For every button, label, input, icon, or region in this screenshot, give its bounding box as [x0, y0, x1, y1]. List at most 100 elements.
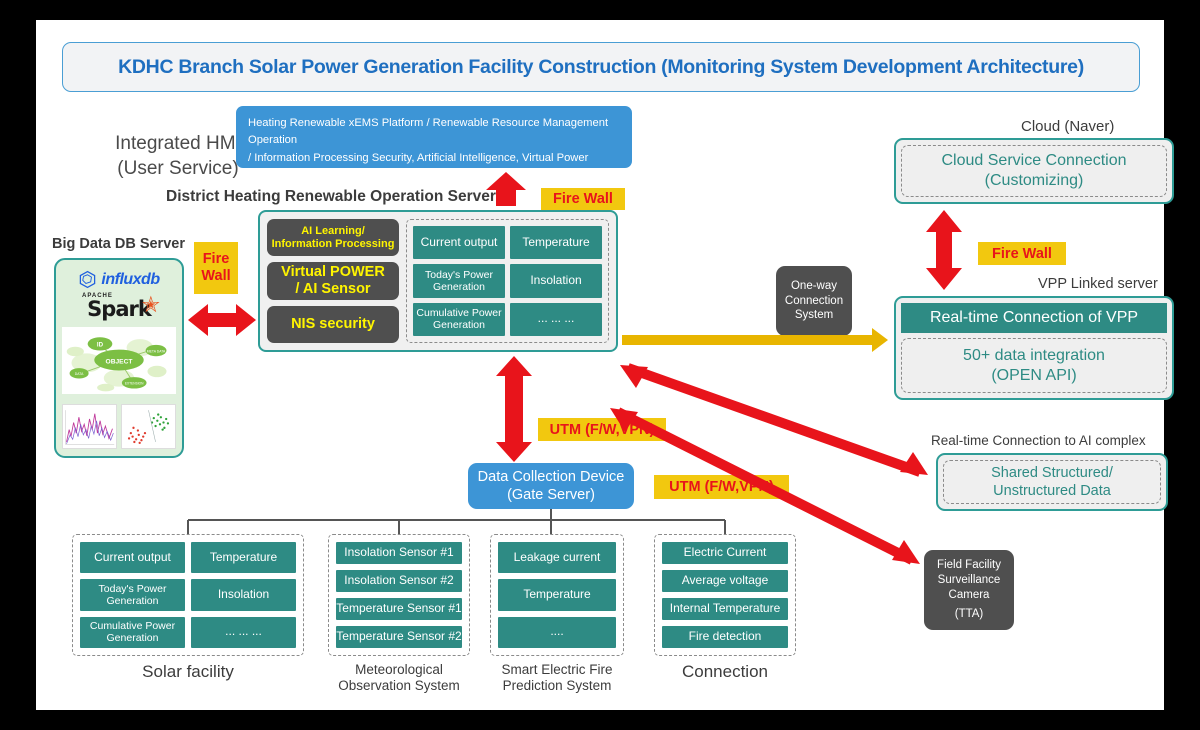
oneway-line2: Connection [784, 294, 844, 307]
ai-complex-box: Shared Structured/ Unstructured Data [936, 453, 1168, 511]
caption-connection: Connection [681, 662, 768, 681]
ai-learning-line2: Information Processing [271, 237, 395, 250]
page-title: KDHC Branch Solar Power Generation Facil… [62, 42, 1140, 92]
field-camera-box: Field Facility Surveillance Camera (TTA) [924, 550, 1014, 630]
data-collection-device-box: Data Collection Device (Gate Server) [468, 463, 634, 509]
sensor-card: Fire detection [662, 626, 788, 648]
cloud-line2: (Customizing) [984, 172, 1084, 189]
sensor-card: Temperature Sensor #2 [336, 626, 462, 648]
vpp-body-line1: 50+ data integration [963, 346, 1105, 364]
nis-security-card: NIS security [267, 305, 399, 343]
group-connection: Electric Current Average voltage Interna… [654, 534, 796, 656]
vpp-header: Real-time Connection of VPP [901, 303, 1167, 333]
dcd-line2: (Gate Server) [507, 487, 595, 503]
oneway-line3: System [794, 309, 834, 322]
metric-card: Insolation [510, 264, 602, 298]
firewall-tag-cloud: Fire Wall [978, 242, 1066, 265]
firewall-tag-left: Fire Wall [194, 242, 238, 294]
ai-complex-inner: Shared Structured/ Unstructured Data [943, 460, 1161, 504]
hmi-box-line1: Heating Renewable xEMS Platform / Renewa… [248, 117, 609, 147]
cloud-line1: Cloud Service Connection [941, 152, 1127, 169]
bigdata-db-title: Big Data DB Server [52, 236, 185, 252]
sensor-card: .... [498, 616, 616, 648]
ai-complex-line2: Unstructured Data [993, 483, 1111, 499]
svg-text:ID: ID [97, 342, 104, 349]
hmi-platform-box: Heating Renewable xEMS Platform / Renewa… [236, 106, 632, 181]
caption-smart-fire-l1: Smart Electric Fire [501, 662, 613, 677]
hmi-label-line1: Integrated HMI [115, 133, 241, 154]
apache-spark-logo: APACHE Spark ✭ [62, 292, 176, 325]
sensor-card: Today's Power Generation [80, 579, 185, 611]
sensor-card: Temperature [498, 579, 616, 611]
diagram-canvas: KDHC Branch Solar Power Generation Facil… [36, 20, 1174, 710]
ai-complex-label: Real-time Connection to AI complex [931, 433, 1146, 448]
tree-connector-dcd [187, 509, 726, 534]
integrated-hmi-label: Integrated HMI (User Service) [98, 132, 258, 181]
svg-text:OBJECT: OBJECT [106, 358, 133, 365]
metric-card: Cumulative Power Generation [413, 302, 505, 336]
node-graph-illustration: OBJECT ID META DATA DATA EXTENSION [62, 327, 176, 394]
sensor-card: Insolation Sensor #2 [336, 570, 462, 592]
svg-text:EXTENSION: EXTENSION [125, 382, 144, 386]
influxdb-wordmark: influxdb [101, 270, 160, 288]
sensor-card: Current output [80, 542, 185, 574]
spark-apache-text: APACHE [82, 293, 113, 299]
metric-card: Temperature [510, 226, 602, 260]
firewall-tag-top: Fire Wall [541, 188, 625, 210]
hmi-box-line2: / Information Processing Security, Artif… [248, 151, 589, 182]
arrow-server-ai-complex [626, 363, 922, 477]
connection-col: Electric Current Average voltage Interna… [662, 542, 788, 648]
arrow-server-dcd [496, 356, 532, 462]
camera-line3: Camera [948, 589, 990, 601]
camera-line4: (TTA) [954, 607, 984, 620]
oneway-line1: One-way [790, 279, 838, 292]
hmi-label-line2: (User Service) [117, 157, 239, 179]
influxdb-hex-icon [80, 270, 96, 289]
scatter-chart-thumbnail [121, 404, 176, 449]
sensor-card: Insolation Sensor #1 [336, 542, 462, 564]
bigdata-db-panel: influxdb APACHE Spark ✭ OBJECT ID META D… [54, 258, 184, 458]
firewall-left-line2: Wall [201, 268, 231, 284]
group-smart-electric-fire: Leakage current Temperature .... [490, 534, 624, 656]
utm-tag-right: UTM (F/W,VPN) [654, 475, 789, 499]
server-metrics-group: Current output Temperature Today's Power… [406, 219, 609, 343]
ai-complex-line1: Shared Structured/ [991, 464, 1113, 481]
spark-star-icon: ✭ [141, 292, 160, 317]
line-chart-thumbnail [62, 404, 117, 449]
virtual-power-card: Virtual POWER / AI Sensor [267, 262, 399, 300]
svg-text:DATA: DATA [75, 372, 84, 376]
sensor-card: Temperature Sensor #1 [336, 598, 462, 620]
smart-fire-col: Leakage current Temperature .... [498, 542, 616, 648]
caption-solar-facility: Solar facility [142, 662, 234, 681]
sensor-card: Cumulative Power Generation [80, 616, 185, 648]
caption-smart-fire-l2: Prediction System [502, 678, 612, 694]
solar-facility-grid: Current output Temperature Today's Power… [80, 542, 296, 648]
meteorological-col: Insolation Sensor #1 Insolation Sensor #… [336, 542, 462, 648]
caption-meteorological: Meteorological Observation System [318, 662, 480, 694]
sensor-card: ... ... ... [191, 616, 296, 648]
cloud-service-inner: Cloud Service Connection (Customizing) [901, 145, 1167, 197]
group-solar-facility: Current output Temperature Today's Power… [72, 534, 304, 656]
vpp-linked-server-box: Real-time Connection of VPP 50+ data int… [894, 296, 1174, 400]
sensor-card: Leakage current [498, 542, 616, 574]
page-title-text: KDHC Branch Solar Power Generation Facil… [118, 55, 1084, 78]
firewall-left-line1: Fire [202, 251, 230, 268]
group-meteorological: Insolation Sensor #1 Insolation Sensor #… [328, 534, 470, 656]
cloud-service-box: Cloud Service Connection (Customizing) [894, 138, 1174, 204]
utm-tag-center: UTM (F/W,VPN) [538, 418, 666, 441]
sensor-card: Electric Current [662, 542, 788, 564]
one-way-connection-system-box: One-way Connection System [776, 266, 852, 336]
camera-line1: Field Facility [937, 559, 1001, 572]
caption-meteorological-l1: Meteorological [355, 662, 443, 677]
vpp-linked-server-label: VPP Linked server [1038, 276, 1158, 292]
metric-card: Current output [413, 226, 505, 260]
bigdata-mini-charts [62, 404, 176, 449]
operation-server-title: District Heating Renewable Operation Ser… [166, 188, 496, 205]
sensor-card: Insolation [191, 579, 296, 611]
svg-text:META DATA: META DATA [147, 349, 166, 353]
ai-learning-line1: AI Learning/ [301, 225, 365, 238]
sensor-card: Temperature [191, 542, 296, 574]
caption-smart-electric-fire: Smart Electric Fire Prediction System [480, 662, 634, 694]
sensor-card: Average voltage [662, 570, 788, 592]
arrow-bigdata-server [188, 304, 256, 336]
